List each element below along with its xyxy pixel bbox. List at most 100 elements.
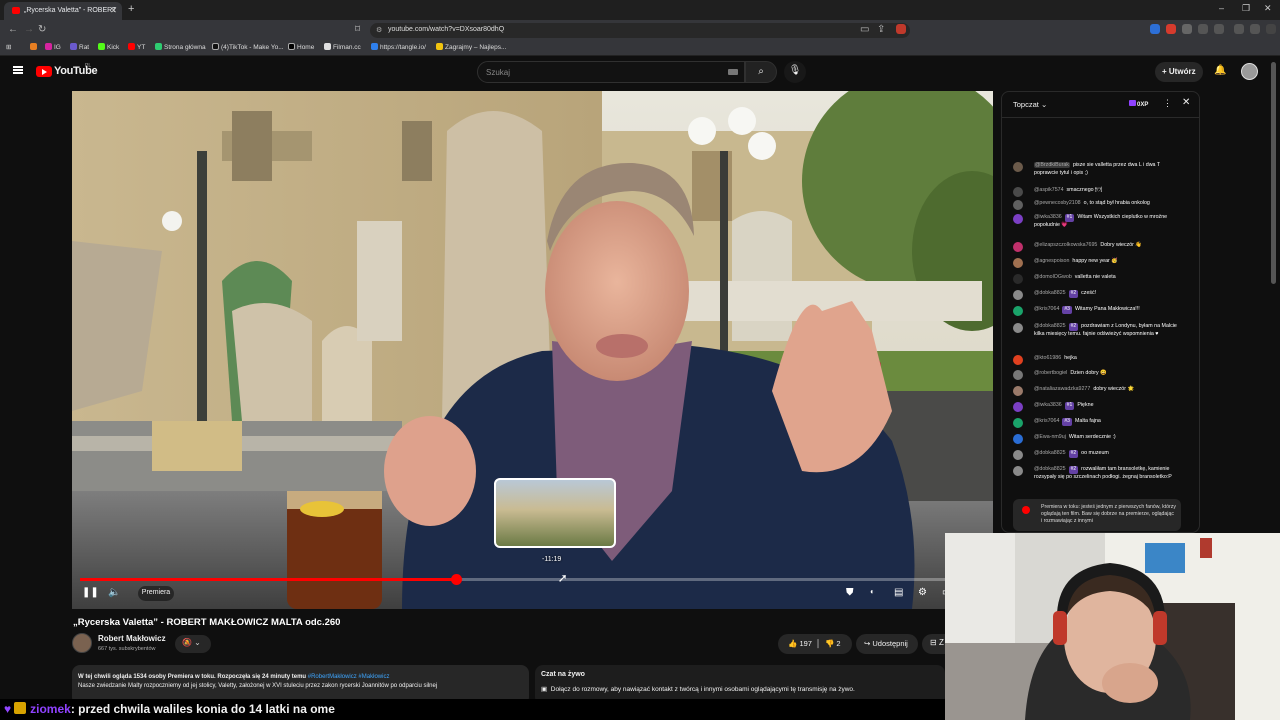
channel-avatar[interactable] [72, 633, 92, 653]
chat-author-avatar[interactable] [1013, 355, 1023, 365]
forward-icon[interactable]: → [24, 24, 34, 35]
reload-icon[interactable]: ↻ [38, 24, 46, 35]
extension-icon[interactable] [1198, 24, 1208, 34]
chat-author-name[interactable]: @iwka3836 [1034, 402, 1062, 408]
chat-author-avatar[interactable] [1013, 450, 1023, 460]
menu-hamburger-icon[interactable] [13, 66, 23, 74]
share-page-icon[interactable]: ⇪ [877, 24, 885, 35]
chat-author-name[interactable]: @robertbogiel [1034, 370, 1067, 376]
bookmark-icon[interactable]: ⌑ [355, 24, 360, 35]
more-options-icon[interactable]: ⋮ [1163, 98, 1172, 109]
new-tab-icon[interactable]: + [128, 3, 134, 15]
voice-search-button[interactable]: 🎙 [784, 61, 806, 83]
chat-author-avatar[interactable] [1013, 370, 1023, 380]
chat-author-name[interactable]: @iwka3836 [1034, 214, 1062, 220]
chat-author-name[interactable]: @Ewa-nm9uj [1034, 434, 1066, 440]
extension-icon[interactable] [896, 24, 906, 34]
browser-tab[interactable]: „Rycerska Valetta” - ROBERT ✕ [4, 2, 122, 20]
close-window-icon[interactable]: ✕ [1264, 3, 1272, 14]
chat-author-name[interactable]: @elizapszczolkowska7695 [1034, 242, 1097, 248]
chat-author-name[interactable]: @BrzdkiBurak [1034, 162, 1070, 168]
extension-icon[interactable] [1166, 24, 1176, 34]
chat-author-avatar[interactable] [1013, 200, 1023, 210]
channel-name[interactable]: Robert Makłowicz [98, 634, 166, 643]
dislike-button[interactable]: 👎 2 [825, 639, 841, 648]
bookmark-item[interactable]: YT [128, 43, 145, 51]
extension-icon[interactable] [1182, 24, 1192, 34]
notifications-bell-icon[interactable]: 🔔 [1214, 65, 1226, 76]
description-hashtags[interactable]: #RobertMakłowicz #Makłowicz [308, 674, 390, 680]
extension-icon[interactable] [1214, 24, 1224, 34]
share-button[interactable]: ↪ Udostępnij [856, 634, 918, 654]
bookmark-item[interactable]: Zagrajmy – Najleps... [436, 43, 506, 51]
chat-author-avatar[interactable] [1013, 466, 1023, 476]
subscription-bell-button[interactable]: 🔕 ⌄ [175, 635, 211, 653]
chat-author-avatar[interactable] [1013, 274, 1023, 284]
close-chat-icon[interactable]: ✕ [1182, 97, 1190, 108]
chat-author-name[interactable]: @kto61986 [1034, 355, 1061, 361]
progress-bar[interactable] [80, 574, 985, 585]
autoplay-toggle-icon[interactable]: ◐ [870, 587, 875, 596]
chat-author-avatar[interactable] [1013, 306, 1023, 316]
keyboard-icon[interactable] [728, 69, 738, 75]
cast-icon[interactable]: ▭ [860, 24, 869, 35]
chat-author-avatar[interactable] [1013, 162, 1023, 172]
page-scrollbar[interactable] [1271, 62, 1276, 284]
apps-icon[interactable]: ⊞ [6, 43, 11, 51]
search-input[interactable]: Szukaj [477, 61, 745, 83]
volume-icon[interactable]: 🔈 [108, 587, 120, 598]
chat-author-avatar[interactable] [1013, 402, 1023, 412]
close-tab-icon[interactable]: ✕ [110, 6, 117, 15]
chat-author-name[interactable]: @dobka8825 [1034, 290, 1066, 296]
chat-author-avatar[interactable] [1013, 434, 1023, 444]
chat-author-name[interactable]: @pewnecosby2108 [1034, 200, 1081, 206]
subtitles-icon[interactable]: ▤ [894, 587, 903, 598]
site-info-icon[interactable]: ⚙ [376, 26, 382, 34]
chat-author-avatar[interactable] [1013, 386, 1023, 396]
chat-author-name[interactable]: @kris7064 [1034, 418, 1059, 424]
chat-author-avatar[interactable] [1013, 258, 1023, 268]
search-button[interactable]: ⌕ [745, 61, 777, 83]
chat-author-name[interactable]: @aspik7574 [1034, 187, 1064, 193]
user-avatar[interactable] [1241, 63, 1258, 80]
chat-author-name[interactable]: @domolOGwob [1034, 274, 1072, 280]
create-button[interactable]: + Utwórz [1155, 62, 1203, 82]
chat-author-name[interactable]: @kris7064 [1034, 306, 1059, 312]
sponsorblock-icon[interactable]: ⛊ [846, 587, 854, 598]
chat-author-avatar[interactable] [1013, 290, 1023, 300]
bookmark-item[interactable]: Filman.cc [324, 43, 361, 51]
bookmark-item[interactable] [30, 43, 39, 51]
chat-author-avatar[interactable] [1013, 323, 1023, 333]
chat-mode-dropdown[interactable]: Topczat ⌄ [1013, 100, 1047, 109]
pause-icon[interactable]: ❚❚ [82, 587, 99, 598]
menu-icon[interactable] [1266, 24, 1276, 34]
back-icon[interactable]: ← [8, 24, 18, 35]
minimize-icon[interactable]: – [1219, 3, 1224, 13]
chat-author-avatar[interactable] [1013, 214, 1023, 224]
chat-author-name[interactable]: @dobka8825 [1034, 450, 1066, 456]
video-player[interactable]: -11:19 ➚ ❚❚ 🔈 Premiera ⛊ ◐ ▤ ⚙ ▭ [72, 91, 993, 609]
chat-author-avatar[interactable] [1013, 242, 1023, 252]
bookmark-item[interactable]: (4)TikTok - Make Yo... [212, 43, 284, 51]
like-button[interactable]: 👍 197 [788, 639, 812, 648]
music-icon[interactable] [1234, 24, 1244, 34]
chat-author-avatar[interactable] [1013, 418, 1023, 428]
bookmark-item[interactable]: https://tangle.io/ [371, 43, 426, 51]
bookmark-item[interactable]: IG [45, 43, 61, 51]
bookmark-item[interactable]: Rat [70, 43, 89, 51]
extension-icon[interactable] [1150, 24, 1160, 34]
chat-author-name[interactable]: @agnespoison [1034, 258, 1069, 264]
bookmark-item[interactable]: Strona główna [155, 43, 206, 51]
chat-author-avatar[interactable] [1013, 187, 1023, 197]
url-field[interactable]: ⚙ youtube.com/watch?v=DXsoar80dhQ [370, 23, 910, 38]
youtube-logo-icon[interactable] [36, 66, 52, 77]
xp-counter[interactable]: 0XP [1129, 100, 1148, 108]
progress-scrubber-handle[interactable] [450, 574, 462, 585]
bookmark-item[interactable]: Home [288, 43, 314, 51]
bookmark-item[interactable]: Kick [98, 43, 119, 51]
settings-gear-icon[interactable]: ⚙ [918, 587, 927, 598]
chat-author-name[interactable]: @nataliazawadzka9277 [1034, 386, 1090, 392]
chat-author-name[interactable]: @dobka8825 [1034, 323, 1066, 329]
profile-icon[interactable] [1250, 24, 1260, 34]
maximize-icon[interactable]: ❐ [1242, 3, 1250, 14]
